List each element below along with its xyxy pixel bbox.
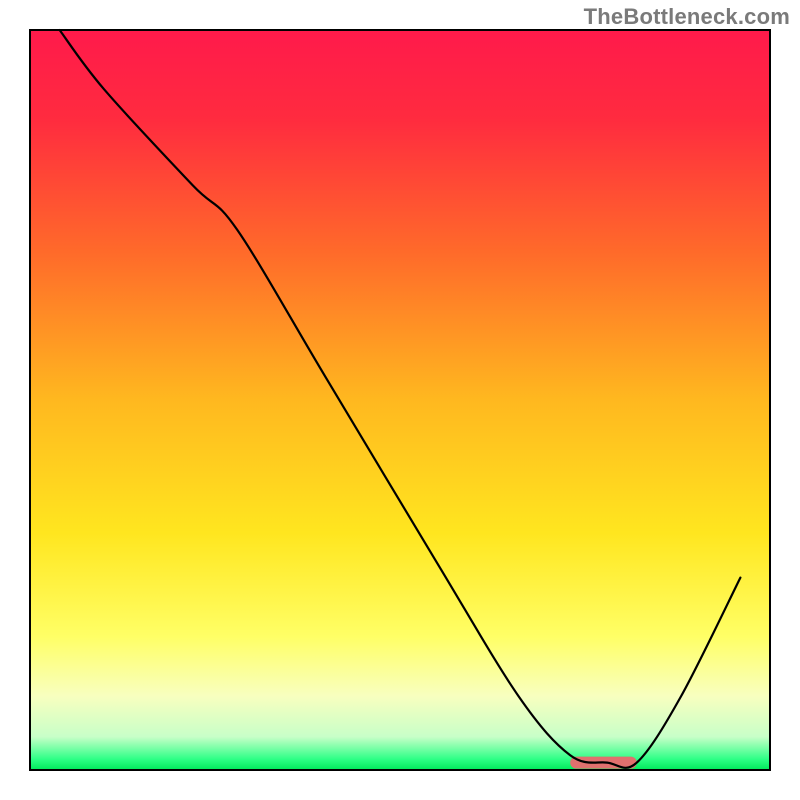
bottleneck-chart bbox=[0, 0, 800, 800]
plot-background bbox=[30, 30, 770, 770]
chart-container: TheBottleneck.com bbox=[0, 0, 800, 800]
